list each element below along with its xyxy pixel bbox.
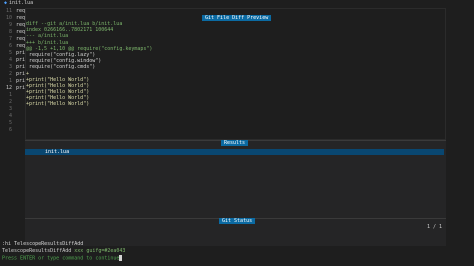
cursor: [119, 255, 123, 261]
cmdline-command: :hi TelescopeResultsDiffAdd: [2, 241, 84, 247]
line-number: 2: [8, 99, 12, 105]
line-number: 12: [5, 85, 12, 91]
line-number: 6: [8, 127, 12, 133]
line-number: 5: [8, 50, 12, 56]
press-enter-hint: Press ENTER or type command to continue: [2, 255, 120, 262]
command-line[interactable]: :hi TelescopeResultsDiffAdd TelescopeRes…: [0, 241, 474, 262]
result-counter: 1 / 1: [426, 224, 442, 230]
cmdline-highlight-output: TelescopeResultsDiffAdd xxx guifg=#2ea04…: [0, 248, 474, 255]
result-item[interactable]: init.lua: [25, 149, 444, 155]
highlight-group-name: TelescopeResultsDiffAdd: [2, 248, 72, 254]
line-number: 10: [5, 15, 12, 21]
line-number: 9: [8, 22, 12, 28]
prompt-title: Git Status: [219, 218, 256, 224]
line-number: 6: [8, 43, 12, 49]
line-number: 11: [5, 8, 12, 14]
line-number: 3: [8, 64, 12, 70]
line-number: 8: [8, 29, 12, 35]
line-number: 5: [8, 120, 12, 126]
tab-label: init.lua: [9, 0, 34, 6]
results-title: Results: [221, 140, 249, 146]
line-number: 4: [8, 113, 12, 119]
line-number: 7: [8, 36, 12, 42]
tab-init-lua[interactable]: ◆ init.lua: [2, 0, 37, 8]
tabline: ◆ init.lua: [0, 0, 474, 8]
results-window: Results init.lua: [25, 140, 446, 218]
result-item-label: init.lua: [45, 149, 70, 155]
line-number: 4: [8, 57, 12, 63]
line-number: 1: [8, 78, 12, 84]
preview-window: Git File Diff Preview diff --git a/init.…: [25, 8, 446, 140]
diff-preview: diff --git a/init.lua b/init.lua index 02…: [26, 21, 246, 108]
highlight-sample: xxx: [74, 248, 84, 254]
line-number-gutter: 11 10 9 8 7 6 5 4 3 2 1 12 1 2 3 4 5 6: [0, 8, 12, 134]
highlight-attrs: guifg=#2ea043: [86, 248, 126, 254]
diff-line: +print("Hello World"): [26, 101, 90, 108]
lua-file-icon: ◆: [4, 0, 8, 6]
line-number: 2: [8, 71, 12, 77]
line-number: 1: [8, 92, 12, 98]
telescope-picker: Git File Diff Preview diff --git a/init.…: [25, 8, 446, 246]
line-number: 3: [8, 106, 12, 112]
